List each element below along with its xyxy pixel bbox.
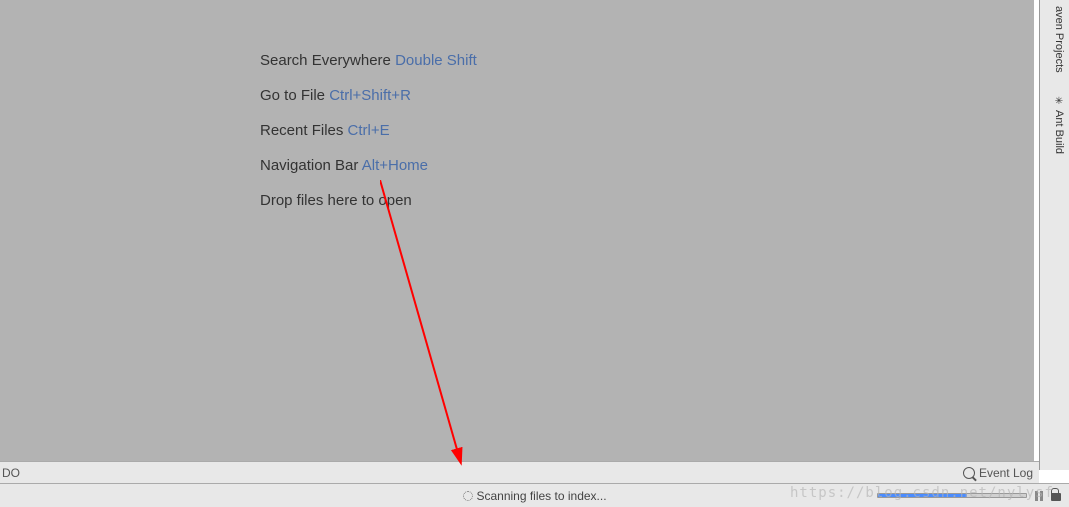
tip-recent-files: Recent Files Ctrl+E (260, 122, 477, 139)
editor-tips: Search Everywhere Double Shift Go to Fil… (260, 52, 477, 227)
tab-maven-projects[interactable]: aven Projects (1051, 0, 1067, 79)
tip-shortcut: Ctrl+E (348, 122, 390, 139)
tip-label: Search Everywhere (260, 52, 391, 69)
right-tool-bar: aven Projects ✳ Ant Build (1039, 0, 1069, 470)
tip-shortcut: Double Shift (395, 52, 477, 69)
event-log-label: Event Log (979, 466, 1033, 480)
tip-label: Go to File (260, 87, 325, 104)
tip-shortcut: Alt+Home (362, 157, 428, 174)
ant-icon: ✳ (1054, 96, 1065, 107)
tip-goto-file: Go to File Ctrl+Shift+R (260, 87, 477, 104)
event-log-button[interactable]: Event Log (963, 466, 1033, 480)
tab-label: Ant Build (1053, 110, 1065, 154)
tip-shortcut: Ctrl+Shift+R (329, 87, 411, 104)
watermark: https://blog.csdn.net/nylysf (790, 485, 1054, 501)
tab-ant-build[interactable]: ✳ Ant Build (1051, 90, 1067, 160)
tip-label: Recent Files (260, 122, 343, 139)
status-text: Scanning files to index... (476, 489, 606, 503)
tip-label: Drop files here to open (260, 192, 412, 209)
bottom-tool-bar: DO Event Log (0, 461, 1039, 483)
bottom-left-fragment: DO (0, 466, 20, 480)
editor-empty-area[interactable]: Search Everywhere Double Shift Go to Fil… (0, 0, 1034, 462)
tab-label: aven Projects (1053, 6, 1065, 73)
status-message: Scanning files to index... (462, 489, 606, 503)
tip-label: Navigation Bar (260, 157, 358, 174)
spinner-icon (462, 491, 472, 501)
tip-search-everywhere: Search Everywhere Double Shift (260, 52, 477, 69)
tip-navigation-bar: Navigation Bar Alt+Home (260, 157, 477, 174)
balloon-icon (963, 467, 975, 479)
tip-drop-files: Drop files here to open (260, 192, 477, 209)
